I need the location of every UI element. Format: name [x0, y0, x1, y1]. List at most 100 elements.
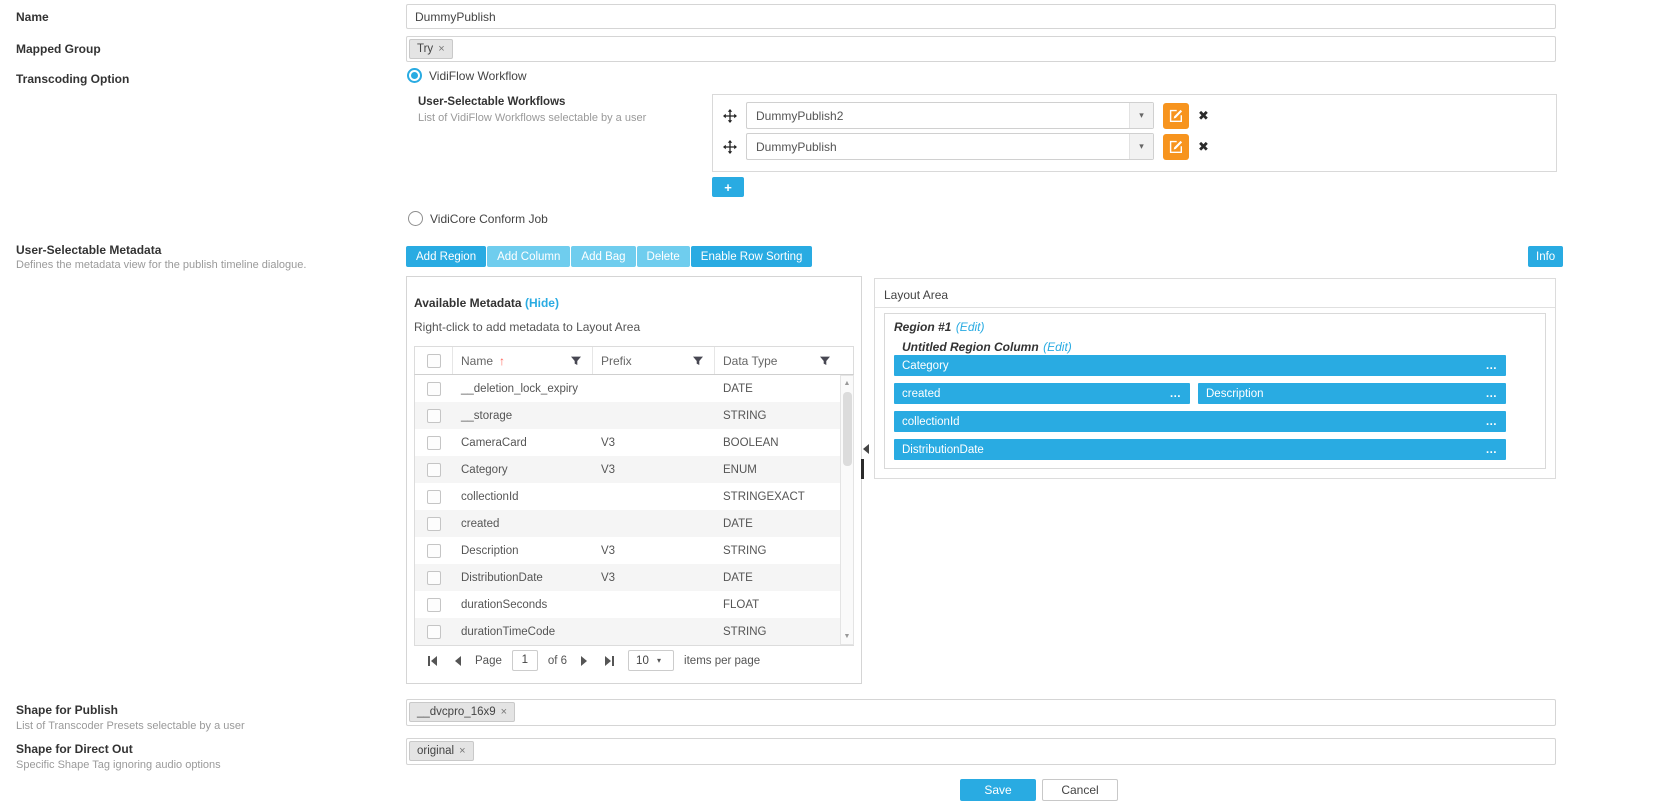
- edit-workflow-button[interactable]: [1163, 134, 1189, 160]
- info-button[interactable]: Info: [1528, 246, 1563, 267]
- row-checkbox[interactable]: [427, 463, 441, 477]
- row-checkbox[interactable]: [427, 490, 441, 504]
- metadata-field-bar[interactable]: created …: [894, 383, 1190, 404]
- shape-publish-tag: __dvcpro_16x9 ×: [409, 702, 515, 722]
- tag-remove-icon[interactable]: ×: [438, 43, 444, 55]
- table-row[interactable]: CameraCard V3 BOOLEAN: [415, 429, 854, 456]
- pager-page-input[interactable]: 1: [512, 650, 538, 671]
- table-row[interactable]: Description V3 STRING: [415, 537, 854, 564]
- save-button[interactable]: Save: [960, 779, 1036, 801]
- sort-ascending-icon: ↑: [499, 354, 505, 368]
- enable-row-sorting-button[interactable]: Enable Row Sorting: [691, 246, 813, 267]
- vidiflow-workflow-radio[interactable]: [407, 68, 422, 83]
- collapse-panel-icon[interactable]: [863, 444, 869, 454]
- table-row[interactable]: durationSeconds FLOAT: [415, 591, 854, 618]
- metadata-title: User-Selectable Metadata: [16, 243, 161, 257]
- row-checkbox[interactable]: [427, 517, 441, 531]
- region-column-edit-link[interactable]: (Edit): [1043, 340, 1072, 354]
- chevron-down-icon[interactable]: ▾: [1129, 103, 1153, 128]
- row-checkbox[interactable]: [427, 625, 441, 639]
- pager-of-label: of 6: [548, 655, 567, 667]
- tag-remove-icon[interactable]: ×: [501, 706, 507, 718]
- page-size-select[interactable]: 10 ▾: [628, 650, 674, 671]
- name-input[interactable]: DummyPublish: [406, 4, 1556, 29]
- metadata-toolbar: Add Region Add Column Add Bag Delete Ena…: [406, 246, 812, 267]
- scroll-down-icon[interactable]: ▼: [841, 633, 853, 640]
- row-checkbox[interactable]: [427, 436, 441, 450]
- table-row[interactable]: created DATE: [415, 510, 854, 537]
- filter-funnel-icon[interactable]: [692, 355, 704, 367]
- pager-items-label: items per page: [684, 655, 760, 667]
- workflows-title: User-Selectable Workflows: [418, 96, 565, 108]
- remove-workflow-icon[interactable]: ✖: [1198, 139, 1209, 155]
- delete-button[interactable]: Delete: [637, 246, 690, 267]
- table-row[interactable]: collectionId STRINGEXACT: [415, 483, 854, 510]
- add-column-button[interactable]: Add Column: [487, 246, 570, 267]
- hide-link[interactable]: (Hide): [525, 296, 559, 310]
- bar-menu-icon[interactable]: …: [1170, 390, 1183, 398]
- vidicore-conform-radio-label: VidiCore Conform Job: [430, 212, 548, 226]
- drag-handle-icon[interactable]: [723, 140, 737, 154]
- region-column-label: Untitled Region Column: [902, 340, 1039, 354]
- bar-menu-icon[interactable]: …: [1486, 362, 1499, 370]
- shape-direct-field[interactable]: original ×: [406, 738, 1556, 765]
- pager-previous-icon[interactable]: [451, 656, 465, 666]
- shape-publish-description: List of Transcoder Presets selectable by…: [16, 720, 245, 732]
- grid-pager: Page 1 of 6 10 ▾ items per page: [424, 650, 760, 671]
- row-checkbox[interactable]: [427, 409, 441, 423]
- workflow-select[interactable]: DummyPublish2 ▾: [746, 102, 1154, 129]
- table-row[interactable]: durationTimeCode STRING: [415, 618, 854, 645]
- page-size-value: 10: [629, 655, 657, 667]
- mapped-group-label: Mapped Group: [16, 42, 101, 56]
- add-region-button[interactable]: Add Region: [406, 246, 486, 267]
- filter-funnel-icon[interactable]: [570, 355, 582, 367]
- chevron-down-icon[interactable]: ▾: [1129, 134, 1153, 159]
- region-edit-link[interactable]: (Edit): [956, 320, 985, 334]
- bar-menu-icon[interactable]: …: [1486, 390, 1499, 398]
- column-header-data-type[interactable]: Data Type: [715, 354, 841, 368]
- shape-direct-tag-text: original: [417, 745, 454, 757]
- metadata-field-bar[interactable]: Category …: [894, 355, 1506, 376]
- pager-first-icon[interactable]: [424, 656, 441, 666]
- scrollbar-thumb[interactable]: [843, 392, 852, 466]
- publish-settings-form: Name DummyPublish Mapped Group Try × Tra…: [0, 0, 1661, 811]
- cancel-button[interactable]: Cancel: [1042, 779, 1118, 801]
- table-row[interactable]: __storage STRING: [415, 402, 854, 429]
- select-all-checkbox[interactable]: [427, 354, 441, 368]
- row-checkbox[interactable]: [427, 571, 441, 585]
- row-checkbox[interactable]: [427, 544, 441, 558]
- grid-scrollbar[interactable]: ▲ ▼: [840, 375, 854, 645]
- table-row[interactable]: DistributionDate V3 DATE: [415, 564, 854, 591]
- drag-handle-icon[interactable]: [723, 109, 737, 123]
- shape-publish-field[interactable]: __dvcpro_16x9 ×: [406, 699, 1556, 726]
- mapped-group-tag-text: Try: [417, 43, 433, 55]
- available-metadata-title: Available Metadata: [414, 296, 522, 310]
- table-row[interactable]: __deletion_lock_expiry DATE: [415, 375, 854, 402]
- metadata-field-bar[interactable]: Description …: [1198, 383, 1506, 404]
- vidicore-conform-radio[interactable]: [408, 211, 423, 226]
- workflow-select[interactable]: DummyPublish ▾: [746, 133, 1154, 160]
- mapped-group-field[interactable]: Try ×: [406, 36, 1556, 62]
- grid-body: __deletion_lock_expiry DATE __storage ST…: [414, 375, 854, 645]
- bar-menu-icon[interactable]: …: [1486, 418, 1499, 426]
- table-row[interactable]: Category V3 ENUM: [415, 456, 854, 483]
- metadata-field-bar[interactable]: collectionId …: [894, 411, 1506, 432]
- bar-menu-icon[interactable]: …: [1486, 446, 1499, 454]
- scroll-up-icon[interactable]: ▲: [841, 380, 853, 387]
- column-header-prefix[interactable]: Prefix: [593, 347, 715, 374]
- add-workflow-button[interactable]: +: [712, 177, 744, 197]
- edit-workflow-button[interactable]: [1163, 103, 1189, 129]
- metadata-field-bar[interactable]: DistributionDate …: [894, 439, 1506, 460]
- tag-remove-icon[interactable]: ×: [459, 745, 465, 757]
- filter-funnel-icon[interactable]: [819, 355, 831, 367]
- panel-splitter-handle[interactable]: [861, 459, 864, 479]
- pager-next-icon[interactable]: [577, 656, 591, 666]
- row-checkbox[interactable]: [427, 598, 441, 612]
- row-checkbox[interactable]: [427, 382, 441, 396]
- column-header-name[interactable]: Name ↑: [453, 347, 593, 374]
- workflow-row: DummyPublish ▾ ✖: [723, 133, 1546, 160]
- workflow-select-value: DummyPublish: [747, 140, 1129, 154]
- pager-last-icon[interactable]: [601, 656, 618, 666]
- remove-workflow-icon[interactable]: ✖: [1198, 108, 1209, 124]
- add-bag-button[interactable]: Add Bag: [571, 246, 635, 267]
